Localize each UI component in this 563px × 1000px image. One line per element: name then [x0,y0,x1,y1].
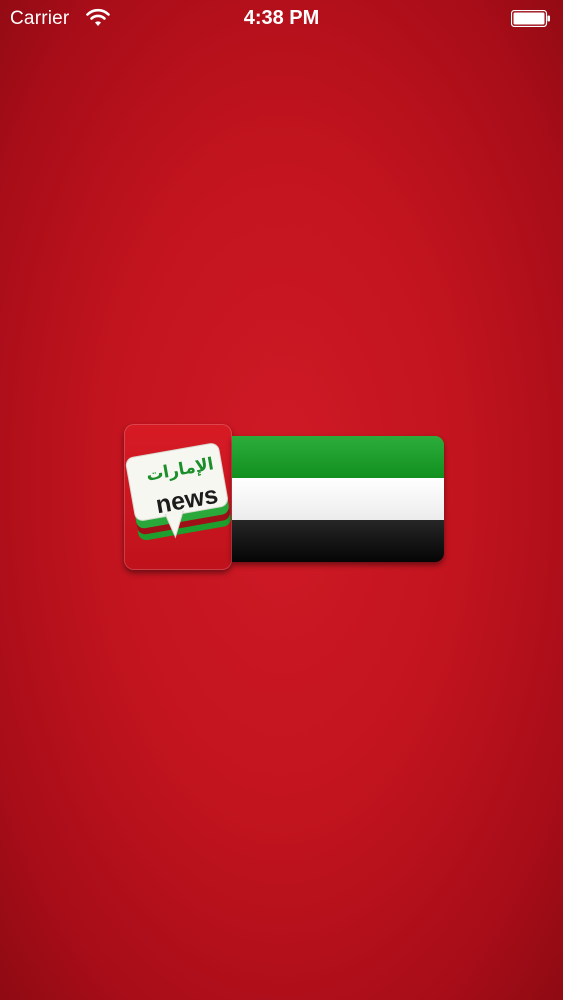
status-time: 4:38 PM [243,7,320,29]
status-bar: Carrier 4:38 PM [0,0,563,38]
splash-logo: الإمارات news [120,420,450,580]
uae-flag [232,436,444,562]
flag-stripe-black [232,520,444,562]
flag-stripe-white [232,478,444,520]
flag-stripe-green [232,436,444,478]
battery-full-icon [511,10,550,27]
app-icon: الإمارات news [124,424,232,570]
